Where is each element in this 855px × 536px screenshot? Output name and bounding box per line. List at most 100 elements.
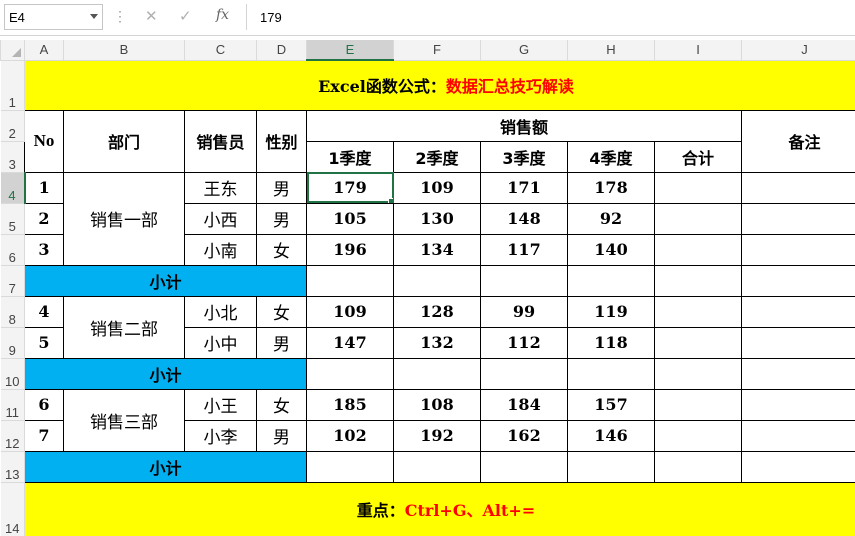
sheet-title-cell[interactable]: Excel函数公式：数据汇总技巧解读 (24, 59, 855, 111)
cell-no[interactable]: 3 (24, 233, 64, 266)
name-box-value[interactable]: E4 (9, 10, 25, 25)
row-header-9[interactable]: 9 (0, 326, 25, 359)
cell-q3[interactable]: 148 (480, 202, 568, 235)
cell-q4[interactable]: 119 (567, 295, 655, 328)
cell-q2[interactable]: 192 (393, 419, 481, 452)
subtotal-q4[interactable] (567, 450, 655, 483)
cell-total[interactable] (654, 171, 742, 204)
cell-total[interactable] (654, 388, 742, 421)
subtotal-label[interactable]: 小计 (24, 450, 307, 483)
cell-q4[interactable]: 140 (567, 233, 655, 266)
cell-note[interactable] (741, 171, 855, 204)
row-header-5[interactable]: 5 (0, 202, 25, 235)
header-q1[interactable]: 1季度 (306, 140, 394, 173)
subtotal-label[interactable]: 小计 (24, 264, 307, 297)
subtotal-q3[interactable] (480, 264, 568, 297)
cell-total[interactable] (654, 202, 742, 235)
header-dept[interactable]: 部门 (63, 109, 185, 173)
cell-q3[interactable]: 99 (480, 295, 568, 328)
header-no[interactable]: No (24, 109, 64, 173)
formula-value[interactable]: 179 (260, 10, 282, 25)
cell-q4[interactable]: 157 (567, 388, 655, 421)
cell-note[interactable] (741, 419, 855, 452)
column-header-e[interactable]: E (306, 40, 394, 61)
cell-q3[interactable]: 171 (480, 171, 568, 204)
subtotal-q3[interactable] (480, 450, 568, 483)
subtotal-note[interactable] (741, 264, 855, 297)
cell-q4[interactable]: 118 (567, 326, 655, 359)
column-header-a[interactable]: A (24, 40, 64, 61)
cell-note[interactable] (741, 388, 855, 421)
row-header-3[interactable]: 3 (0, 140, 25, 173)
subtotal-q4[interactable] (567, 357, 655, 390)
row-header-7[interactable]: 7 (0, 264, 25, 297)
select-all-triangle-icon[interactable] (12, 47, 21, 57)
cell-no[interactable]: 7 (24, 419, 64, 452)
cell-q2[interactable]: 109 (393, 171, 481, 204)
more-dots-icon[interactable]: ⋮ (113, 8, 127, 25)
cell-no[interactable]: 1 (24, 171, 64, 204)
subtotal-note[interactable] (741, 450, 855, 483)
cell-q1[interactable]: 102 (306, 419, 394, 452)
cell-q3[interactable]: 112 (480, 326, 568, 359)
cell-no[interactable]: 2 (24, 202, 64, 235)
cell-gender[interactable]: 男 (256, 326, 307, 359)
cell-dept[interactable]: 销售三部 (63, 388, 185, 452)
cell-q1[interactable]: 147 (306, 326, 394, 359)
cell-salesperson[interactable]: 小王 (184, 388, 257, 421)
cell-q3[interactable]: 184 (480, 388, 568, 421)
row-header-4[interactable]: 4 (0, 171, 26, 204)
header-total[interactable]: 合计 (654, 140, 742, 173)
subtotal-q1[interactable] (306, 264, 394, 297)
cell-q2[interactable]: 128 (393, 295, 481, 328)
column-header-b[interactable]: B (63, 40, 185, 61)
subtotal-q1[interactable] (306, 450, 394, 483)
cell-salesperson[interactable]: 小北 (184, 295, 257, 328)
row-header-10[interactable]: 10 (0, 357, 25, 390)
name-box-dropdown-icon[interactable] (90, 14, 98, 19)
row-header-11[interactable]: 11 (0, 388, 25, 421)
footer-cell[interactable]: 重点：Ctrl+G、Alt+= (24, 481, 855, 536)
header-q4[interactable]: 4季度 (567, 140, 655, 173)
subtotal-q1[interactable] (306, 357, 394, 390)
cell-note[interactable] (741, 295, 855, 328)
header-salesperson[interactable]: 销售员 (184, 109, 257, 173)
column-header-g[interactable]: G (480, 40, 568, 61)
cell-gender[interactable]: 女 (256, 295, 307, 328)
cell-q2[interactable]: 108 (393, 388, 481, 421)
cell-dept[interactable]: 销售二部 (63, 295, 185, 359)
cell-q1[interactable]: 196 (306, 233, 394, 266)
row-header-8[interactable]: 8 (0, 295, 25, 328)
column-header-c[interactable]: C (184, 40, 257, 61)
cell-gender[interactable]: 男 (256, 202, 307, 235)
cell-total[interactable] (654, 419, 742, 452)
subtotal-q2[interactable] (393, 264, 481, 297)
cell-salesperson[interactable]: 小李 (184, 419, 257, 452)
cell-q2[interactable]: 134 (393, 233, 481, 266)
cell-no[interactable]: 6 (24, 388, 64, 421)
header-gender[interactable]: 性别 (256, 109, 307, 173)
cell-gender[interactable]: 男 (256, 171, 307, 204)
column-header-f[interactable]: F (393, 40, 481, 61)
row-header-6[interactable]: 6 (0, 233, 25, 266)
subtotal-q3[interactable] (480, 357, 568, 390)
header-q2[interactable]: 2季度 (393, 140, 481, 173)
column-header-d[interactable]: D (256, 40, 307, 61)
cell-gender[interactable]: 女 (256, 388, 307, 421)
name-box[interactable]: E4 (4, 4, 103, 30)
cell-q1[interactable]: 109 (306, 295, 394, 328)
cancel-x-icon[interactable]: ✕ (145, 7, 158, 25)
row-header-2[interactable]: 2 (0, 109, 25, 142)
cell-total[interactable] (654, 233, 742, 266)
cell-q4[interactable]: 92 (567, 202, 655, 235)
cell-q2[interactable]: 132 (393, 326, 481, 359)
subtotal-total[interactable] (654, 450, 742, 483)
subtotal-q4[interactable] (567, 264, 655, 297)
cell-q4[interactable]: 178 (567, 171, 655, 204)
column-header-i[interactable]: I (654, 40, 742, 61)
active-cell-e4[interactable]: 179 (306, 171, 394, 204)
select-all-corner[interactable] (0, 40, 25, 61)
subtotal-label[interactable]: 小计 (24, 357, 307, 390)
cell-note[interactable] (741, 202, 855, 235)
column-header-h[interactable]: H (567, 40, 655, 61)
